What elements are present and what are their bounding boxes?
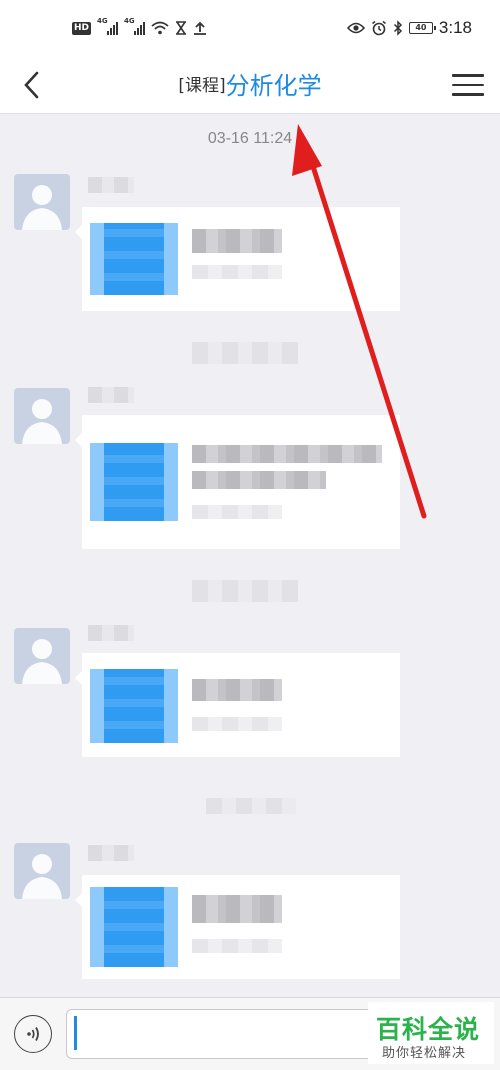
message-bubble[interactable]	[75, 653, 400, 757]
battery-level: 40	[415, 23, 427, 32]
user-silhouette-icon	[22, 185, 62, 230]
system-notice-blurred	[206, 798, 296, 814]
bluetooth-icon	[393, 20, 402, 36]
signal-icon: 4G	[97, 17, 119, 35]
file-icon	[90, 669, 178, 743]
file-title-blurred	[192, 895, 282, 923]
file-meta-blurred	[192, 265, 282, 279]
watermark-logo: 百科全说 助你轻松解决	[368, 1002, 494, 1064]
voice-icon	[27, 1027, 39, 1041]
text-cursor	[74, 1016, 77, 1050]
avatar[interactable]	[14, 628, 70, 684]
avatar[interactable]	[14, 843, 70, 899]
file-title-blurred	[192, 445, 382, 463]
signal-icon: 4G	[124, 17, 146, 35]
system-notice-blurred	[192, 342, 298, 364]
voice-input-button[interactable]	[14, 1015, 52, 1053]
message-bubble[interactable]	[75, 875, 400, 979]
sender-name-blurred	[88, 845, 134, 861]
file-title-blurred	[192, 229, 282, 253]
alarm-icon	[371, 20, 386, 36]
file-icon	[90, 887, 178, 967]
avatar[interactable]	[14, 388, 70, 444]
file-icon	[90, 223, 178, 295]
upload-icon	[194, 21, 207, 35]
message-input[interactable]	[66, 1009, 378, 1059]
message-bubble[interactable]	[75, 207, 400, 311]
avatar[interactable]	[14, 174, 70, 230]
sender-name-blurred	[88, 625, 134, 641]
battery-icon: 40	[408, 22, 436, 34]
file-meta-blurred	[192, 717, 282, 731]
hamburger-icon	[452, 74, 484, 77]
user-silhouette-icon	[22, 639, 62, 684]
file-title-blurred	[192, 679, 282, 701]
user-silhouette-icon	[22, 399, 62, 444]
watermark-title: 百科全说	[376, 1015, 481, 1044]
course-name: 分析化学	[225, 72, 322, 100]
file-meta-blurred	[192, 505, 282, 519]
hd-icon: HD	[72, 21, 92, 35]
title-prefix: [课程]	[178, 76, 226, 96]
user-silhouette-icon	[22, 854, 62, 899]
file-icon	[90, 443, 178, 521]
message-timestamp: 03-16 11:24	[207, 130, 293, 147]
system-notice-blurred	[192, 580, 298, 602]
menu-button[interactable]	[452, 69, 484, 101]
watermark-slogan: 助你轻松解决	[382, 1046, 467, 1061]
page-title: [课程]分析化学	[0, 66, 500, 101]
eye-icon	[346, 22, 365, 34]
sender-name-blurred	[88, 387, 134, 403]
message-bubble[interactable]	[75, 415, 400, 549]
file-meta-blurred	[192, 939, 282, 953]
status-bar: HD 4G 4G 40 3:18	[0, 0, 500, 56]
hourglass-icon	[176, 21, 187, 35]
chat-header: [课程]分析化学	[0, 56, 500, 114]
wifi-icon	[151, 21, 169, 35]
network-label-2: 4G	[124, 17, 135, 25]
sender-name-blurred	[88, 177, 134, 193]
message-list[interactable]: 03-16 11:24	[0, 115, 500, 997]
status-right-icons: 40 3:18	[346, 17, 472, 39]
status-time: 3:18	[438, 18, 472, 37]
file-title-blurred	[192, 471, 326, 489]
network-label-1: 4G	[97, 17, 108, 25]
status-left-icons: HD 4G 4G	[72, 17, 207, 38]
